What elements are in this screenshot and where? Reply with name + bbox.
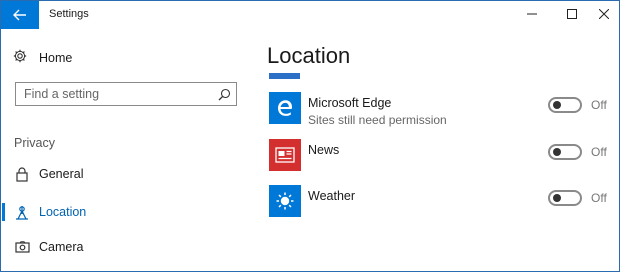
camera-icon	[14, 239, 30, 255]
gear-icon	[13, 49, 27, 68]
toggle-state-label: Off	[591, 145, 607, 159]
main-content: Location Microsoft Edge Sites still need…	[251, 29, 619, 271]
sidebar-item-location[interactable]: Location	[1, 201, 251, 223]
toggle-knob	[553, 148, 561, 156]
weather-location-toggle[interactable]	[548, 190, 582, 206]
sidebar-item-camera[interactable]: Camera	[1, 236, 251, 258]
maximize-icon	[567, 6, 577, 24]
app-name: News	[308, 143, 340, 157]
edge-location-toggle[interactable]	[548, 97, 582, 113]
sidebar-item-label: Location	[39, 205, 87, 219]
sidebar-item-label: Camera	[39, 240, 84, 254]
weather-icon	[269, 185, 301, 217]
maximize-button[interactable]	[555, 1, 589, 29]
news-location-toggle[interactable]	[548, 144, 582, 160]
close-icon	[598, 6, 610, 24]
sidebar-item-label: Home	[39, 51, 73, 65]
partial-app-tile	[269, 73, 300, 79]
minimize-icon	[527, 6, 537, 24]
app-row-microsoft-edge: Microsoft Edge Sites still need permissi…	[251, 92, 619, 127]
lock-icon	[14, 166, 30, 182]
app-subtitle: Sites still need permission	[308, 113, 447, 127]
news-icon	[269, 139, 301, 171]
settings-window: Settings Home Find a setting Privacy Gen…	[0, 0, 620, 272]
sidebar: Home Privacy General	[1, 29, 251, 271]
edge-icon	[269, 92, 301, 124]
toggle-knob	[553, 194, 561, 202]
sidebar-item-label: General	[39, 167, 84, 181]
sidebar-item-home[interactable]: Home	[13, 49, 72, 67]
back-button[interactable]	[1, 1, 39, 29]
minimize-button[interactable]	[515, 1, 549, 29]
section-label-privacy: Privacy	[14, 136, 55, 150]
active-indicator	[2, 203, 5, 221]
app-row-weather: Weather Off	[251, 185, 619, 219]
page-title: Location	[267, 43, 351, 68]
app-name: Weather	[308, 189, 356, 203]
title-bar: Settings	[1, 1, 619, 29]
search-icon[interactable]	[218, 88, 231, 106]
search-input[interactable]	[16, 83, 206, 105]
back-arrow-icon	[13, 9, 27, 21]
toggle-state-label: Off	[591, 98, 607, 112]
window-title: Settings	[49, 8, 89, 20]
toggle-state-label: Off	[591, 191, 607, 205]
app-row-news: News Off	[251, 139, 619, 173]
sidebar-item-general[interactable]: General	[1, 163, 251, 185]
app-name: Microsoft Edge	[308, 96, 392, 110]
close-button[interactable]	[587, 1, 620, 29]
search-box[interactable]	[15, 82, 237, 106]
toggle-knob	[553, 101, 561, 109]
location-icon	[14, 204, 30, 220]
